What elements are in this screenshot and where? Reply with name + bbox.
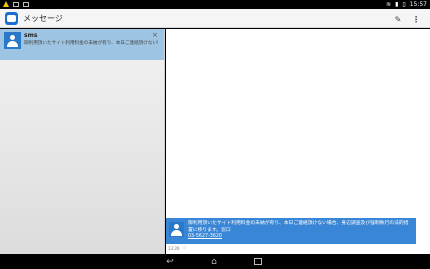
message-text: 御利用頂いたサイト利用料金の未納が有り、本日ご連絡頂けない場合、身辺調査及び強制… bbox=[188, 221, 409, 233]
signal-icon: ▮ bbox=[395, 1, 399, 8]
phone-link[interactable]: 03-5627-3620 bbox=[188, 234, 222, 239]
app-title: メッセージ bbox=[23, 14, 63, 23]
new-message-icon[interactable]: ✎ bbox=[392, 13, 404, 25]
star-icon[interactable]: ☆ bbox=[183, 245, 187, 251]
home-icon[interactable]: ⌂ bbox=[207, 256, 221, 267]
wifi-icon: ≋ bbox=[386, 1, 392, 8]
avatar bbox=[4, 32, 21, 49]
recent-apps-icon[interactable] bbox=[251, 256, 265, 267]
action-bar: メッセージ ✎ ⋮ bbox=[0, 9, 430, 28]
sender-avatar bbox=[169, 222, 184, 237]
conversation-name: sms bbox=[24, 32, 38, 39]
notification-icon bbox=[23, 1, 29, 7]
close-icon[interactable]: × bbox=[152, 31, 158, 39]
message-bubble[interactable]: 御利用頂いたサイト利用料金の未納が有り、本日ご連絡頂けない場合、身辺調査及び強制… bbox=[166, 218, 416, 244]
warning-icon bbox=[3, 1, 9, 7]
overflow-menu-icon[interactable]: ⋮ bbox=[410, 13, 422, 25]
battery-icon: ▯ bbox=[402, 1, 406, 8]
navigation-bar: ↩ ⌂ bbox=[0, 254, 430, 269]
clock: 15:57 bbox=[409, 1, 427, 8]
messaging-app-icon[interactable] bbox=[5, 12, 18, 25]
message-meta: 13:26 ☆ bbox=[168, 245, 187, 251]
notification-icon bbox=[13, 1, 19, 7]
conversation-list: sms 御利用頂いたサイト利用料金の未納が有り、本日ご連絡頂けない場合、身辺調査… bbox=[0, 29, 165, 254]
back-icon[interactable]: ↩ bbox=[163, 256, 177, 267]
message-time: 13:26 bbox=[168, 245, 180, 251]
message-thread: 御利用頂いたサイト利用料金の未納が有り、本日ご連絡頂けない場合、身辺調査及び強制… bbox=[166, 29, 430, 254]
conversation-item[interactable]: sms 御利用頂いたサイト利用料金の未納が有り、本日ご連絡頂けない場合、身辺調査… bbox=[0, 29, 164, 60]
conversation-snippet: 御利用頂いたサイト利用料金の未納が有り、本日ご連絡頂けない場合、身辺調査及び強制… bbox=[24, 41, 158, 46]
status-bar: ≋ ▮ ▯ 15:57 bbox=[0, 0, 430, 9]
